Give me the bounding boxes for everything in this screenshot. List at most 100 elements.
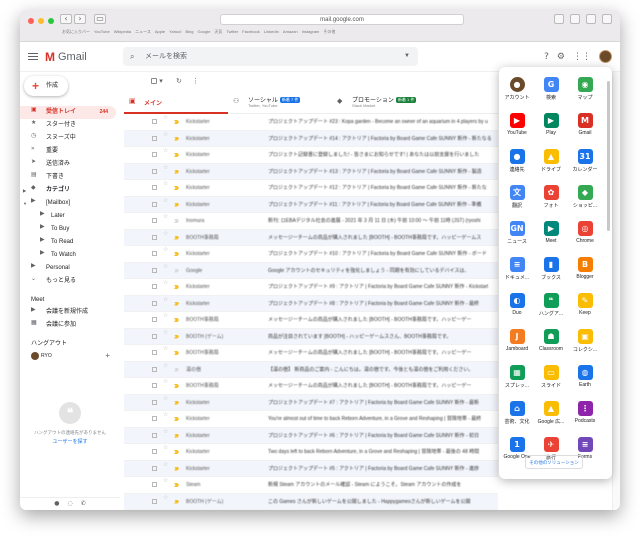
sidebar-item[interactable]: ▶ To Watch: [20, 249, 120, 262]
sidebar-item[interactable]: ▼ ▶ [Mailbox]: [20, 197, 120, 210]
star-icon[interactable]: ☆: [163, 461, 168, 468]
star-icon[interactable]: ☆: [163, 395, 168, 402]
account-avatar[interactable]: [599, 50, 612, 63]
star-icon[interactable]: ☆: [163, 296, 168, 303]
important-marker-icon[interactable]: [174, 235, 179, 240]
table-row[interactable]: ☆ Inomura 新刊: ロEBAデジタル社会の進展 - 2021 年 3 月 1…: [124, 213, 498, 230]
star-icon[interactable]: ☆: [163, 312, 168, 319]
app-tile[interactable]: ▮ ブックス: [534, 255, 568, 291]
app-tile[interactable]: ▲ Google 広...: [534, 399, 568, 435]
app-tile[interactable]: B Blogger: [568, 255, 602, 291]
important-marker-icon[interactable]: [174, 252, 179, 256]
bookmark-item[interactable]: Bing: [186, 29, 194, 35]
sidebar-item[interactable]: ⌄ もっと見る: [20, 275, 120, 288]
app-tile[interactable]: ◎ Chrome: [568, 219, 602, 255]
new-tab-button[interactable]: [586, 14, 596, 24]
star-icon[interactable]: ☆: [163, 345, 168, 352]
important-marker-icon[interactable]: [174, 433, 179, 438]
sidebar-item[interactable]: ▶ ◆ カテゴリ: [20, 184, 120, 197]
table-row[interactable]: ☆ Steam 新規 Steam アカウントのメール確認 - Steam にようこそ…: [124, 477, 498, 494]
important-marker-icon[interactable]: [174, 334, 179, 339]
app-tile[interactable]: GN ニュース: [500, 219, 534, 255]
sidebar-item[interactable]: ◷ スヌーズ中: [20, 132, 120, 145]
star-icon[interactable]: ☆: [163, 230, 168, 237]
app-tile[interactable]: ❝ ハングア...: [534, 291, 568, 327]
expand-arrow-icon[interactable]: ▶: [23, 184, 26, 197]
tab-overview-button[interactable]: [602, 14, 612, 24]
row-checkbox[interactable]: [152, 135, 157, 141]
close-window-button[interactable]: [28, 18, 34, 24]
download-button[interactable]: [554, 14, 564, 24]
important-marker-icon[interactable]: [174, 384, 179, 388]
app-tile[interactable]: ▶ YouTube: [500, 111, 534, 147]
star-icon[interactable]: ☆: [163, 444, 168, 451]
sidebar-item[interactable]: ▶ To Buy: [20, 223, 120, 236]
search-icon[interactable]: ⌕: [130, 47, 134, 66]
bookmark-item[interactable]: Wikipedia: [114, 29, 131, 35]
important-marker-icon[interactable]: [174, 153, 179, 157]
sidebar-toggle-button[interactable]: ▭: [94, 14, 106, 24]
star-icon[interactable]: ☆: [163, 477, 168, 484]
sidebar-item[interactable]: ★ スター付き: [20, 119, 120, 132]
star-icon[interactable]: ☆: [163, 411, 168, 418]
more-options-icon[interactable]: ⋮: [192, 77, 199, 85]
important-marker-icon[interactable]: [174, 219, 179, 223]
row-checkbox[interactable]: [152, 333, 157, 339]
app-tile[interactable]: ● アカウント: [500, 75, 534, 111]
search-input[interactable]: ⌕ メールを検索 ▼: [123, 47, 418, 66]
meet-item[interactable]: ▦ 会議に参加: [20, 319, 120, 332]
sidebar-item[interactable]: ▣ 受信トレイ 244: [20, 106, 116, 119]
apps-grid-icon[interactable]: ⋮⋮: [573, 51, 591, 63]
main-menu-icon[interactable]: [28, 53, 38, 62]
app-tile[interactable]: ● 連絡先: [500, 147, 534, 183]
row-checkbox[interactable]: [152, 432, 157, 438]
row-checkbox[interactable]: [152, 399, 157, 405]
bookmark-item[interactable]: 天気: [214, 29, 222, 35]
app-tile[interactable]: ◐ Duo: [500, 291, 534, 327]
row-checkbox[interactable]: [152, 168, 157, 174]
app-tile[interactable]: ◉ マップ: [568, 75, 602, 111]
important-marker-icon[interactable]: [174, 202, 179, 207]
app-tile[interactable]: ✿ フォト: [534, 183, 568, 219]
app-tile[interactable]: G 検索: [534, 75, 568, 111]
important-marker-icon[interactable]: [174, 136, 179, 141]
bookmark-item[interactable]: Facebook: [242, 29, 260, 35]
important-marker-icon[interactable]: [174, 417, 179, 421]
bookmark-item[interactable]: Apple: [155, 29, 165, 35]
important-marker-icon[interactable]: [174, 499, 179, 504]
star-icon[interactable]: ☆: [163, 147, 168, 154]
row-checkbox[interactable]: [152, 119, 157, 124]
table-row[interactable]: ☆ Kickstarter プロジェクトアップデート #5 : アクトリア | Fa…: [124, 460, 498, 477]
app-tile[interactable]: ▣ コレクシ...: [568, 327, 602, 363]
table-row[interactable]: ☆ BOOTH事務局 メッセージーチームの商品が購入されました [BOOTH] - …: [124, 378, 498, 395]
row-checkbox[interactable]: [152, 152, 157, 157]
sidebar-item[interactable]: ▶ Later: [20, 210, 120, 223]
star-icon[interactable]: ☆: [163, 362, 168, 369]
bookmark-item[interactable]: YouTube: [94, 29, 110, 35]
important-marker-icon[interactable]: [174, 466, 179, 471]
sidebar-item[interactable]: ▶ To Read: [20, 236, 120, 249]
row-checkbox[interactable]: [152, 284, 157, 289]
table-row[interactable]: ☆ Kickstarter プロジェクトアップデート #23 : Kopa gard…: [124, 114, 498, 131]
table-row[interactable]: ☆ Kickstarter プロジェクトアップデート #11 : アクトリア | F…: [124, 196, 498, 213]
minimize-window-button[interactable]: [38, 18, 44, 24]
row-checkbox[interactable]: [152, 218, 157, 223]
hangouts-user[interactable]: RYO +: [20, 350, 120, 362]
table-row[interactable]: ☆ Kickstarter プロジェクト記録書に登録しました! - 皆さまにお知らせ…: [124, 147, 498, 164]
table-row[interactable]: ☆ Kickstarter プロジェクトアップデート #10 : アクトリア | F…: [124, 246, 498, 263]
star-icon[interactable]: ☆: [163, 279, 168, 286]
app-tile[interactable]: ◆ ショッピ...: [568, 183, 602, 219]
tab-primary[interactable]: ▣ メイン: [124, 90, 228, 114]
important-marker-icon[interactable]: [174, 268, 179, 273]
sidebar-item[interactable]: ➤ 送信済み: [20, 158, 120, 171]
app-tile[interactable]: J Jamboard: [500, 327, 534, 363]
important-marker-icon[interactable]: [174, 186, 179, 190]
app-tile[interactable]: ▶ Play: [534, 111, 568, 147]
important-marker-icon[interactable]: [174, 450, 179, 454]
table-row[interactable]: ☆ Kickstarter プロジェクトアップデート #12 : アクトリア | F…: [124, 180, 498, 197]
important-marker-icon[interactable]: [174, 285, 179, 289]
app-tile[interactable]: ▲ ドライブ: [534, 147, 568, 183]
app-tile[interactable]: ◍ Earth: [568, 363, 602, 399]
star-icon[interactable]: ☆: [163, 114, 168, 121]
star-icon[interactable]: ☆: [163, 131, 168, 138]
